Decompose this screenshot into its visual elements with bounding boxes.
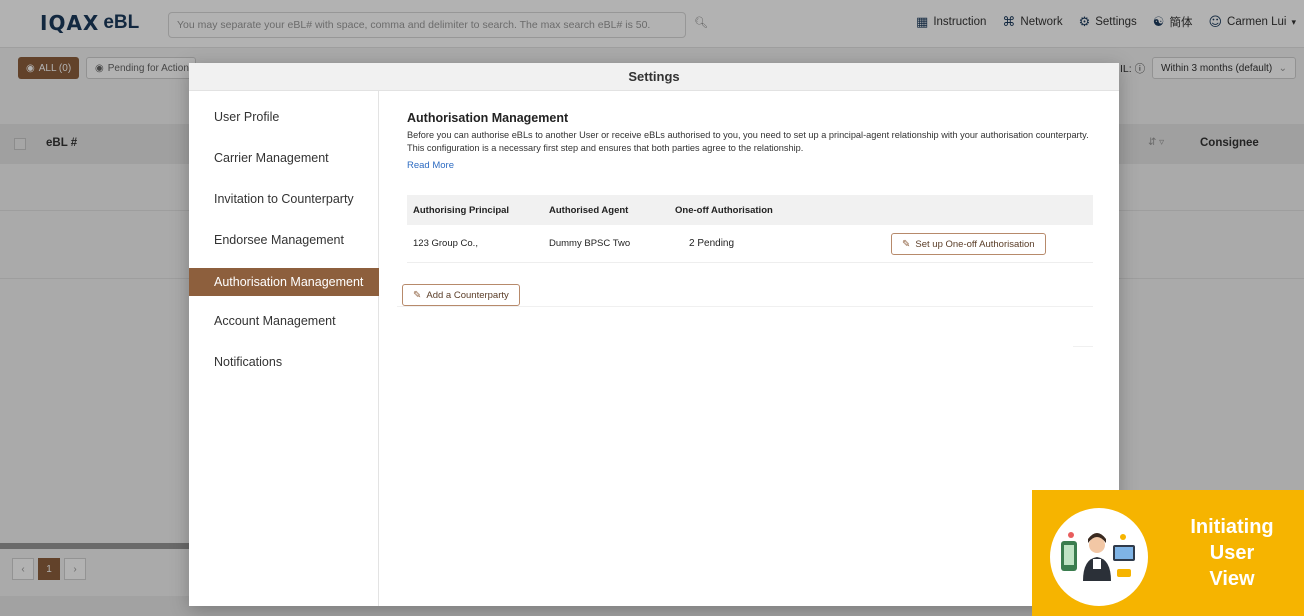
sidebar-item-carrier-management[interactable]: Carrier Management xyxy=(189,144,379,172)
sidebar-item-authorisation-management[interactable]: Authorisation Management xyxy=(189,268,379,296)
column-one-off-authorisation: One-off Authorisation xyxy=(675,204,773,216)
set-up-one-off-authorisation-button[interactable]: ✎ Set up One-off Authorisation xyxy=(891,233,1046,255)
sidebar-item-endorsee-management[interactable]: Endorsee Management xyxy=(189,226,379,254)
table-row: 123 Group Co., Dummy BPSC Two 2 Pending … xyxy=(407,225,1093,263)
button-label: Add a Counterparty xyxy=(426,289,509,301)
sidebar-item-invitation[interactable]: Invitation to Counterparty xyxy=(189,185,379,213)
sidebar-item-account-management[interactable]: Account Management xyxy=(189,307,379,335)
divider xyxy=(397,306,1093,307)
modal-title: Settings xyxy=(189,63,1119,91)
modal-body: User Profile Carrier Management Invitati… xyxy=(189,91,1119,606)
user-illustration xyxy=(1050,508,1148,606)
settings-sidebar: User Profile Carrier Management Invitati… xyxy=(189,91,379,606)
badge-line: Initiating xyxy=(1190,516,1274,538)
divider xyxy=(1073,346,1093,347)
read-more-link[interactable]: Read More xyxy=(407,160,454,171)
column-authorising-principal: Authorising Principal xyxy=(413,204,510,216)
principal-cell: 123 Group Co., xyxy=(413,238,478,249)
user-illustration-icon xyxy=(1061,532,1135,581)
badge-text: Initiating User View xyxy=(1172,514,1292,592)
agent-cell: Dummy BPSC Two xyxy=(549,238,631,249)
column-authorised-agent: Authorised Agent xyxy=(549,204,629,216)
section-title: Authorisation Management xyxy=(407,111,569,125)
authorisation-table: Authorising Principal Authorised Agent O… xyxy=(407,195,1093,263)
one-off-cell: 2 Pending xyxy=(689,238,735,249)
initiating-user-view-badge: Initiating User View xyxy=(1032,490,1304,616)
add-counterparty-button[interactable]: ✎ Add a Counterparty xyxy=(402,284,520,306)
section-description: Before you can authorise eBLs to another… xyxy=(407,130,1089,153)
edit-add-icon: ✎ xyxy=(902,238,911,250)
table-header-row: Authorising Principal Authorised Agent O… xyxy=(407,195,1093,225)
button-label: Set up One-off Authorisation xyxy=(915,238,1035,250)
sidebar-item-notifications[interactable]: Notifications xyxy=(189,348,379,376)
badge-line: View xyxy=(1209,568,1255,590)
edit-add-icon: ✎ xyxy=(413,289,422,301)
sidebar-item-user-profile[interactable]: User Profile xyxy=(189,103,379,131)
settings-modal: Settings User Profile Carrier Management… xyxy=(189,63,1119,606)
badge-line: User xyxy=(1209,542,1255,564)
authorisation-content: Authorisation Management Before you can … xyxy=(397,111,1097,347)
